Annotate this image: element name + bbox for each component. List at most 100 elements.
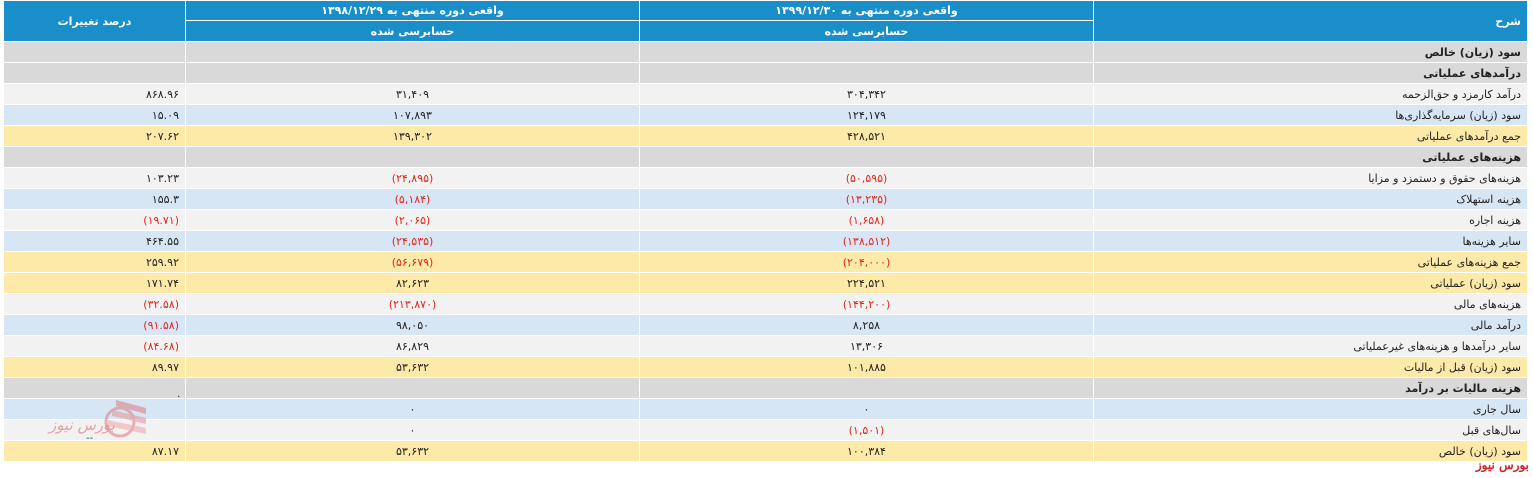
row-previous-value [185,377,640,399]
row-percent-change [3,62,186,84]
financial-table-container: شرح واقعی دوره منتهی به ۱۳۹۹/۱۲/۳۰ واقعی… [3,0,1528,462]
row-percent-change: ۱۷۱.۷۴ [3,272,186,294]
row-current-value: ۴۲۸,۵۲۱ [639,125,1094,147]
row-percent-change: (۳۲.۵۸) [3,293,186,315]
row-previous-value: ۵۳,۶۳۲ [185,440,640,462]
row-previous-value: ۵۳,۶۳۲ [185,356,640,378]
row-previous-value: (۵۶,۶۷۹) [185,251,640,273]
row-previous-value [185,146,640,168]
row-description: هزینه‌های عملیاتی [1093,146,1528,168]
row-current-value [639,377,1094,399]
table-row: درآمد کارمزد و حق‌الزحمه ۳۰۴,۳۴۲ ۳۱,۴۰۹ ۸۶۸… [3,83,1528,105]
row-description: سود (زیان) قبل از مالیات [1093,356,1528,378]
row-percent-change: (۹۱.۵۸) [3,314,186,336]
header-previous-audited: حسابرسی شده [185,20,640,42]
row-previous-value: (۵,۱۸۴) [185,188,640,210]
row-current-value: ۱۲۴,۱۷۹ [639,104,1094,126]
row-current-value: (۵۰,۵۹۵) [639,167,1094,189]
row-current-value: ۱۳,۳۰۶ [639,335,1094,357]
row-previous-value: (۲۴,۸۹۵) [185,167,640,189]
row-current-value: (۱۳۸,۵۱۲) [639,230,1094,252]
row-description: هزینه‌های مالی [1093,293,1528,315]
row-current-value: ۸,۲۵۸ [639,314,1094,336]
row-description: سود (زیان) خالص [1093,440,1528,462]
row-previous-value: (۲۱۳,۸۷۰) [185,293,640,315]
table-row: سایر هزینه‌ها (۱۳۸,۵۱۲) (۲۴,۵۳۵) ۴۶۴.۵۵ [3,230,1528,252]
row-previous-value: ۱۳۹,۳۰۲ [185,125,640,147]
row-current-value: (۲۰۴,۰۰۰) [639,251,1094,273]
table-row: درآمد مالی ۸,۲۵۸ ۹۸,۰۵۰ (۹۱.۵۸) [3,314,1528,336]
row-description: سال جاری [1093,398,1528,420]
table-row: هزینه مالیات بر درآمد [3,377,1528,399]
row-description: سایر هزینه‌ها [1093,230,1528,252]
row-percent-change: ۸۶۸.۹۶ [3,83,186,105]
row-current-value: (۱۴۴,۲۰۰) [639,293,1094,315]
row-previous-value: ۸۲,۶۲۳ [185,272,640,294]
header-previous-period: واقعی دوره منتهی به ۱۳۹۸/۱۲/۲۹ [185,0,640,21]
stray-zero-marker: ۰ [176,391,182,402]
row-previous-value: ۳۱,۴۰۹ [185,83,640,105]
row-current-value: (۱,۵۰۱) [639,419,1094,441]
stray-dash-marker: -- [86,433,94,444]
table-row: هزینه‌های مالی (۱۴۴,۲۰۰) (۲۱۳,۸۷۰) (۳۲.۵۸) [3,293,1528,315]
row-previous-value: (۲,۰۶۵) [185,209,640,231]
row-description: هزینه‌های حقوق و دستمزد و مزایا [1093,167,1528,189]
row-previous-value: (۲۴,۵۳۵) [185,230,640,252]
row-current-value: ۳۰۴,۳۴۲ [639,83,1094,105]
header-current-audited: حسابرسی شده [639,20,1094,42]
row-percent-change: ۲۰۷.۶۲ [3,125,186,147]
table-row: سایر درآمدها و هزینه‌های غیرعملیاتی ۱۳,۳۰… [3,335,1528,357]
row-current-value [639,62,1094,84]
row-percent-change: ۱۵۵.۳ [3,188,186,210]
table-row: هزینه‌های عملیاتی [3,146,1528,168]
row-current-value: (۱۳,۲۳۵) [639,188,1094,210]
row-previous-value: ۹۸,۰۵۰ [185,314,640,336]
row-percent-change: ۸۹.۹۷ [3,356,186,378]
row-description: هزینه اجاره [1093,209,1528,231]
income-statement-table: شرح واقعی دوره منتهی به ۱۳۹۹/۱۲/۳۰ واقعی… [3,0,1528,462]
row-percent-change: (۸۴.۶۸) [3,335,186,357]
row-current-value: ۱۰۰,۳۸۴ [639,440,1094,462]
header-current-period: واقعی دوره منتهی به ۱۳۹۹/۱۲/۳۰ [639,0,1094,21]
row-description: جمع درآمدهای عملیاتی [1093,125,1528,147]
row-current-value: (۱,۶۵۸) [639,209,1094,231]
row-description: درآمد مالی [1093,314,1528,336]
table-row: هزینه اجاره (۱,۶۵۸) (۲,۰۶۵) (۱۹.۷۱) [3,209,1528,231]
row-description: هزینه مالیات بر درآمد [1093,377,1528,399]
row-current-value: ۱۰۱,۸۸۵ [639,356,1094,378]
header-percent-change: درصد تغییرات [3,0,186,42]
row-percent-change: (۱۹.۷۱) [3,209,186,231]
row-description: سایر درآمدها و هزینه‌های غیرعملیاتی [1093,335,1528,357]
table-row: سود (زیان) خالص [3,41,1528,63]
row-percent-change [3,146,186,168]
row-previous-value: ۸۶,۸۲۹ [185,335,640,357]
row-description: سود (زیان) عملیاتی [1093,272,1528,294]
row-previous-value: ۰ [185,419,640,441]
row-description: درآمدهای عملیاتی [1093,62,1528,84]
row-description: سود (زیان) سرمایه‌گذاری‌ها [1093,104,1528,126]
row-percent-change: ۲۵۹.۹۲ [3,251,186,273]
row-description: سود (زیان) خالص [1093,41,1528,63]
row-description: درآمد کارمزد و حق‌الزحمه [1093,83,1528,105]
table-row: درآمدهای عملیاتی [3,62,1528,84]
header-description: شرح [1093,0,1528,42]
row-previous-value: ۰ [185,398,640,420]
table-row: سود (زیان) عملیاتی ۲۲۴,۵۲۱ ۸۲,۶۲۳ ۱۷۱.۷۴ [3,272,1528,294]
table-row: سال جاری ۰ ۰ [3,398,1528,420]
row-current-value [639,146,1094,168]
row-current-value: ۲۲۴,۵۲۱ [639,272,1094,294]
table-row: هزینه‌های حقوق و دستمزد و مزایا (۵۰,۵۹۵)(… [3,167,1528,189]
table-row: هزینه استهلاک (۱۳,۲۳۵) (۵,۱۸۴) ۱۵۵.۳ [3,188,1528,210]
row-percent-change: ۴۶۴.۵۵ [3,230,186,252]
row-current-value [639,41,1094,63]
footer-logo: بورس نیوز [1475,458,1529,472]
row-percent-change: ۱۵.۰۹ [3,104,186,126]
watermark-text: بورس نیوز [47,416,115,434]
row-description: سال‌های قبل [1093,419,1528,441]
header-row: شرح واقعی دوره منتهی به ۱۳۹۹/۱۲/۳۰ واقعی… [3,0,1528,42]
table-row: جمع درآمدهای عملیاتی ۴۲۸,۵۲۱ ۱۳۹,۳۰۲ ۲۰۷.۶۲ [3,125,1528,147]
table-row: سود (زیان) قبل از مالیات ۱۰۱,۸۸۵ ۵۳,۶۳۲ ۸۹.… [3,356,1528,378]
row-previous-value [185,41,640,63]
table-row: جمع هزینه‌های عملیاتی (۲۰۴,۰۰۰) (۵۶,۶۷۹) ۲۵… [3,251,1528,273]
row-description: جمع هزینه‌های عملیاتی [1093,251,1528,273]
